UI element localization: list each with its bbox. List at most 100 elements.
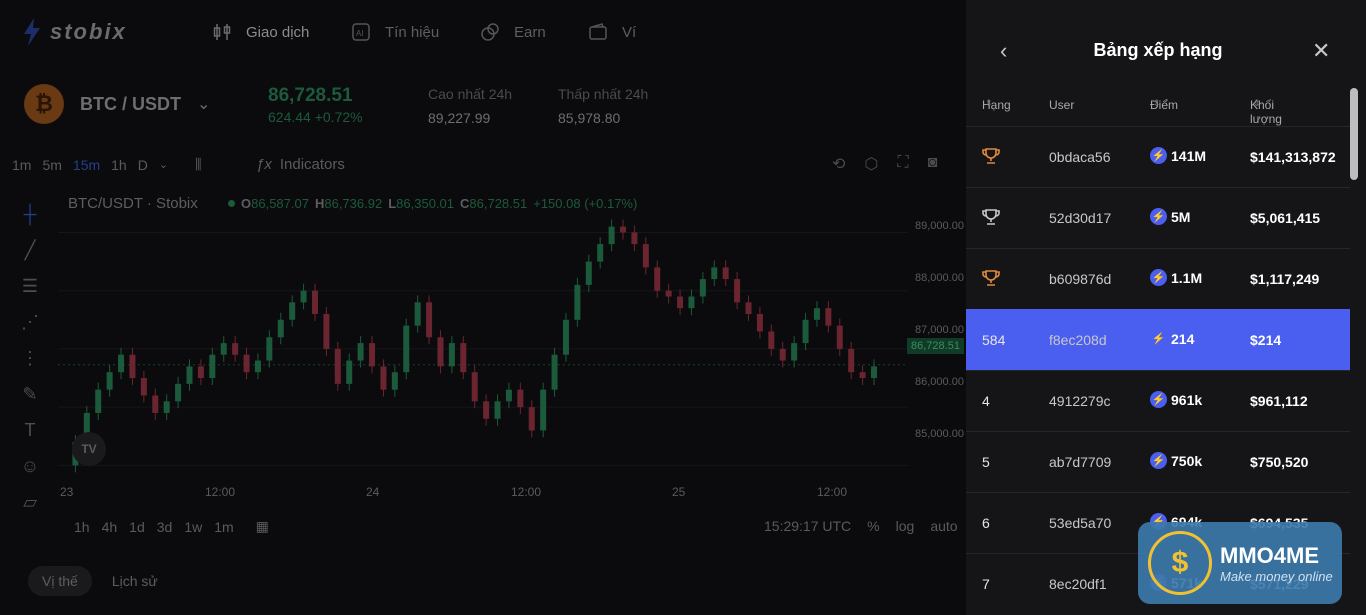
ruler-icon[interactable]: ▱ — [16, 484, 44, 520]
range-3d[interactable]: 3d — [157, 519, 173, 535]
candle-body — [528, 407, 535, 431]
percent-toggle[interactable]: % — [867, 518, 879, 534]
table-row[interactable]: 584 f8ec208d ⚡ 214 $214 — [966, 309, 1350, 370]
table-row[interactable]: 4 4912279c ⚡ 961k $961,112 — [966, 370, 1350, 431]
user-id: 8ec20df1 — [1049, 576, 1107, 592]
price-chart[interactable] — [58, 215, 908, 477]
nav-tin-hieu[interactable]: AI Tín hiệu — [351, 22, 439, 42]
stobix-logo[interactable]: stobix — [22, 18, 127, 46]
ohlc-c-label: C — [460, 196, 470, 211]
trophy-icon — [982, 208, 1000, 229]
x-tick: 12:00 — [205, 485, 236, 499]
candle-body — [722, 267, 729, 280]
nav-vi[interactable]: Ví — [588, 22, 636, 42]
rank: 584 — [982, 332, 1006, 348]
text-icon[interactable]: T — [16, 412, 44, 448]
candle-body — [608, 226, 615, 245]
range-1d[interactable]: 1d — [129, 519, 145, 535]
crosshair-icon[interactable]: ┼ — [16, 196, 44, 232]
candle-body — [437, 337, 444, 367]
points-value: 214 — [1171, 330, 1195, 347]
candle-body — [448, 343, 455, 367]
ohlc-h-label: H — [314, 196, 325, 211]
user-id: 52d30d17 — [1049, 210, 1112, 226]
fullscreen-icon[interactable]: ⛶ — [897, 154, 908, 174]
tf-d[interactable]: D — [138, 157, 148, 173]
candle-body — [197, 366, 204, 379]
y-tick: 85,000.00 — [915, 428, 964, 440]
candle-body — [574, 284, 581, 320]
nav-giao-dich[interactable]: Giao dịch — [212, 22, 309, 42]
ohlc-change: +150.08 (+0.17%) — [533, 196, 638, 211]
candle-body — [414, 302, 421, 326]
pair-selector[interactable]: ₿ BTC / USDT ⌄ — [24, 84, 210, 124]
range-1w[interactable]: 1w — [184, 519, 202, 535]
scrollbar[interactable] — [1350, 88, 1358, 180]
auto-toggle[interactable]: auto — [930, 518, 957, 534]
replay-icon[interactable]: ⟲ — [832, 154, 845, 174]
pair-name: BTC / USDT — [80, 93, 181, 114]
utc-clock[interactable]: 15:29:17 UTC — [764, 518, 851, 534]
candle-body — [620, 226, 627, 233]
tf-1m[interactable]: 1m — [12, 157, 31, 173]
lines-icon[interactable]: ☰ — [16, 268, 44, 304]
tf-5m[interactable]: 5m — [42, 157, 61, 173]
tradingview-logo[interactable]: TV — [72, 432, 106, 466]
sort-icon: ⇕ — [985, 98, 993, 108]
points-value: 750k — [1171, 452, 1203, 469]
tab-history[interactable]: Lịch sử — [98, 566, 172, 596]
candle-body — [129, 354, 136, 379]
log-toggle[interactable]: log — [896, 518, 915, 534]
range-4h[interactable]: 4h — [102, 519, 118, 535]
indicators-button[interactable]: ƒx Indicators — [256, 156, 345, 173]
candle-body — [871, 366, 877, 379]
wallet-icon — [589, 23, 607, 40]
range-1h[interactable]: 1h — [74, 519, 90, 535]
tf-1h[interactable]: 1h — [111, 157, 127, 173]
volume: $961,112 — [1250, 393, 1308, 409]
candle-body — [791, 343, 798, 361]
table-row[interactable]: 5 ab7d7709 ⚡ 750k $750,520 — [966, 431, 1350, 492]
emoji-icon[interactable]: ☺ — [16, 448, 44, 484]
tab-positions[interactable]: Vị thế — [28, 566, 92, 596]
candle-body — [540, 389, 547, 431]
brush-icon[interactable]: ✎ — [16, 376, 44, 412]
calendar-icon[interactable]: ▦ — [256, 518, 269, 535]
trendline-icon[interactable]: ╱ — [16, 232, 44, 268]
x-tick: 23 — [60, 485, 74, 499]
candle-type-icon[interactable]: ⫼ — [195, 156, 201, 173]
fib-icon[interactable]: ⋮ — [16, 340, 44, 376]
bolt-icon: ⚡ — [1150, 208, 1167, 225]
tf-15m[interactable]: 15m — [73, 157, 100, 173]
points-value: 961k — [1171, 391, 1203, 408]
close-icon[interactable]: ✕ — [1312, 38, 1330, 64]
chevron-down-icon: ⌄ — [197, 96, 211, 113]
ohlc-c: 86,728.51 — [469, 196, 528, 211]
rank: 7 — [982, 576, 990, 592]
candle-body — [346, 360, 353, 384]
pattern-icon[interactable]: ⋰ — [16, 304, 44, 340]
candle-body — [562, 319, 569, 355]
bolt-icon: ⚡ — [1150, 269, 1167, 286]
candle-body — [186, 366, 193, 384]
candle-body — [768, 331, 775, 349]
last-price: 86,728.51 — [268, 85, 353, 106]
low-24h-value: 85,978.80 — [558, 110, 621, 126]
range-1m[interactable]: 1m — [214, 519, 233, 535]
candle-body — [688, 296, 695, 309]
camera-icon[interactable]: ◙ — [928, 154, 938, 174]
user-id: b609876d — [1049, 271, 1112, 287]
settings-icon[interactable]: ⬡ — [864, 154, 878, 174]
volume: $750,520 — [1250, 454, 1309, 470]
nav-earn[interactable]: Earn — [480, 22, 546, 42]
table-row[interactable]: 52d30d17 ⚡ 5M $5,061,415 — [966, 187, 1350, 248]
candle-body — [734, 279, 741, 303]
chevron-down-icon[interactable]: ⌄ — [159, 158, 168, 171]
candle-body — [369, 343, 376, 367]
y-tick: 87,000.00 — [915, 324, 964, 336]
candle-body — [654, 267, 661, 291]
current-price-tag: 86,728.51 — [907, 338, 964, 354]
panel-header: ‹ Bảng xếp hạng ✕ — [966, 0, 1366, 100]
table-row[interactable]: b609876d ⚡ 1.1M $1,117,249 — [966, 248, 1350, 309]
table-row[interactable]: 0bdaca56 ⚡ 141M $141,313,872 — [966, 126, 1350, 187]
